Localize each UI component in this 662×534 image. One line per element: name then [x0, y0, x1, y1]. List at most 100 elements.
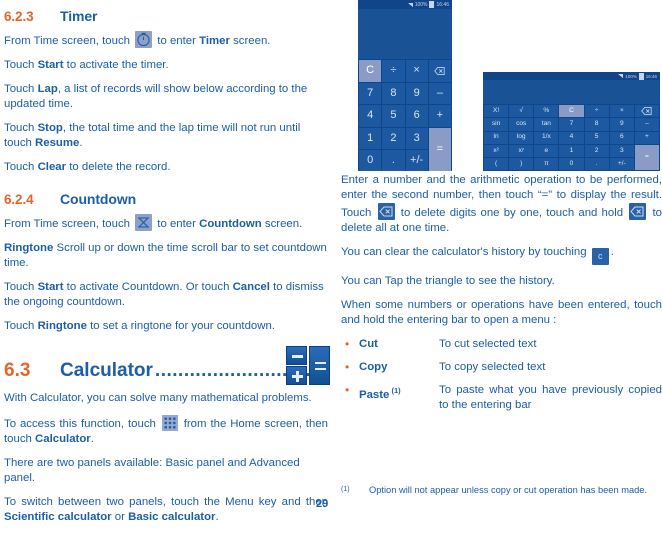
key-3[interactable]: 3: [609, 144, 634, 158]
paragraph: Touch Lap, a list of records will show b…: [4, 83, 308, 110]
right-paragraphs: Enter a number and the arithmetic operat…: [341, 173, 662, 328]
menu-option-label[interactable]: Paste (1): [359, 383, 439, 413]
key-9[interactable]: 9: [405, 82, 428, 104]
paragraph: You can clear the calculator's history b…: [341, 245, 662, 265]
key-0[interactable]: 0: [359, 150, 382, 171]
key-square[interactable]: x²: [484, 144, 509, 158]
key-plus[interactable]: +: [428, 105, 451, 127]
hourglass-icon: [135, 214, 153, 231]
key-power[interactable]: xʸ: [509, 144, 534, 158]
key-clear[interactable]: C: [559, 105, 584, 118]
key-equals[interactable]: =: [428, 127, 451, 171]
calculator-app-icon: [286, 346, 330, 386]
key-7[interactable]: 7: [559, 118, 584, 131]
paragraph: Touch Clear to delete the record.: [4, 161, 171, 173]
key-multiply[interactable]: ×: [609, 105, 634, 118]
key-backspace[interactable]: [428, 60, 451, 82]
key-cos[interactable]: cos: [509, 118, 534, 131]
footnote-text: Option will not appear unless copy or cu…: [369, 485, 648, 495]
key-paren-close[interactable]: ): [509, 158, 534, 171]
apps-grid-icon: [161, 415, 178, 431]
key-sign[interactable]: +/-: [405, 150, 428, 171]
basic-battery-label: 100%: [414, 1, 428, 8]
key-2[interactable]: 2: [382, 127, 405, 149]
emphasis-text: Countdown: [199, 218, 262, 230]
key-5[interactable]: 5: [382, 105, 405, 127]
key-minus[interactable]: –: [428, 82, 451, 104]
key-4[interactable]: 4: [359, 105, 382, 127]
paragraph: To switch between two panels, touch the …: [4, 496, 328, 523]
battery-icon: [429, 1, 435, 8]
key-sin[interactable]: sin: [484, 118, 509, 131]
key-8[interactable]: 8: [382, 82, 405, 104]
key-6[interactable]: 6: [405, 105, 428, 127]
key-decimal[interactable]: .: [584, 158, 609, 171]
bullet-dot-icon: •: [345, 360, 350, 374]
heading-countdown: 6.2.4 Countdown: [4, 191, 328, 207]
key-equals[interactable]: =: [634, 144, 659, 171]
key-1[interactable]: 1: [559, 144, 584, 158]
key-backspace[interactable]: [634, 105, 659, 118]
paragraph: Touch Ringtone to set a ringtone for you…: [4, 320, 275, 332]
emphasis-text: Basic calculator: [128, 511, 216, 523]
paragraph: When some numbers or operations have bee…: [341, 299, 662, 326]
context-menu-option-list: • Cut To cut selected text • Copy To copy sel…: [341, 337, 662, 413]
key-3[interactable]: 3: [405, 127, 428, 149]
key-log[interactable]: log: [509, 131, 534, 144]
key-decimal[interactable]: .: [382, 150, 405, 171]
basic-keypad: C ÷ × 7 8 9– 4 5 6 +1 2 3 = 0. +/-: [358, 59, 452, 171]
menu-option-label[interactable]: Copy: [359, 360, 439, 375]
menu-option-description: To cut selected text: [439, 338, 537, 350]
key-paren-open[interactable]: (: [484, 158, 509, 171]
timer-icon: [135, 31, 153, 48]
key-clear[interactable]: C: [359, 60, 382, 82]
list-item: • Paste (1) To paste what you have previou…: [341, 383, 662, 413]
scientific-calculator-screenshot: 100% 16:46 X! √% C ÷ × sin cos tan 7 8 9– ln log 1/x 4…: [483, 72, 660, 171]
calc-icon-minus-key: [286, 346, 307, 365]
heading-timer-number: 6.2.3: [4, 9, 34, 24]
paragraph: Ringtone Scroll up or down the time scro…: [4, 242, 327, 269]
key-5[interactable]: 5: [584, 131, 609, 144]
emphasis-text: Cancel: [232, 281, 270, 293]
footnote-mark: (1): [341, 486, 350, 493]
paragraph: To access this function, touch from the …: [4, 415, 328, 447]
key-divide[interactable]: ÷: [382, 60, 405, 82]
key-minus[interactable]: –: [634, 118, 659, 131]
footnote: (1) Option will not appear unless copy o…: [341, 484, 662, 496]
footnote-reference: (1): [389, 386, 401, 395]
key-6[interactable]: 6: [609, 131, 634, 144]
heading-timer-title: Timer: [60, 8, 98, 24]
key-pi[interactable]: π: [534, 158, 559, 171]
calculator-paragraphs: With Calculator, you can solve many math…: [4, 391, 328, 525]
key-plus[interactable]: +: [634, 131, 659, 144]
key-7[interactable]: 7: [359, 82, 382, 104]
paragraph: From Time screen, touch to enter Timer s…: [4, 31, 328, 49]
key-1[interactable]: 1: [359, 127, 382, 149]
paragraph: Touch Start to activate the timer.: [4, 59, 169, 71]
emphasis-text: Ringtone: [37, 320, 87, 332]
key-0[interactable]: 0: [559, 158, 584, 171]
basic-display-area[interactable]: [358, 9, 452, 59]
key-percent[interactable]: %: [534, 105, 559, 118]
key-multiply[interactable]: ×: [405, 60, 428, 82]
heading-calculator: 6.3 Calculator .........................…: [4, 360, 328, 382]
key-2[interactable]: 2: [584, 144, 609, 158]
key-tan[interactable]: tan: [534, 118, 559, 131]
key-reciprocal[interactable]: 1/x: [534, 131, 559, 144]
menu-option-description: To copy selected text: [439, 361, 546, 373]
sci-status-bar: 100% 16:46: [483, 72, 660, 80]
signal-icon: [407, 2, 413, 7]
key-8[interactable]: 8: [584, 118, 609, 131]
key-ln[interactable]: ln: [484, 131, 509, 144]
key-4[interactable]: 4: [559, 131, 584, 144]
key-factorial[interactable]: X!: [484, 105, 509, 118]
sci-display-area[interactable]: [483, 80, 660, 104]
key-divide[interactable]: ÷: [584, 105, 609, 118]
key-e[interactable]: e: [534, 144, 559, 158]
key-sign[interactable]: +/-: [609, 158, 634, 171]
menu-option-label[interactable]: Cut: [359, 337, 439, 352]
left-text-column: 6.2.3 Timer From Time screen, touch to e…: [4, 0, 330, 534]
key-sqrt[interactable]: √: [509, 105, 534, 118]
key-9[interactable]: 9: [609, 118, 634, 131]
paragraph: Touch Stop, the total time and the lap t…: [4, 122, 301, 149]
